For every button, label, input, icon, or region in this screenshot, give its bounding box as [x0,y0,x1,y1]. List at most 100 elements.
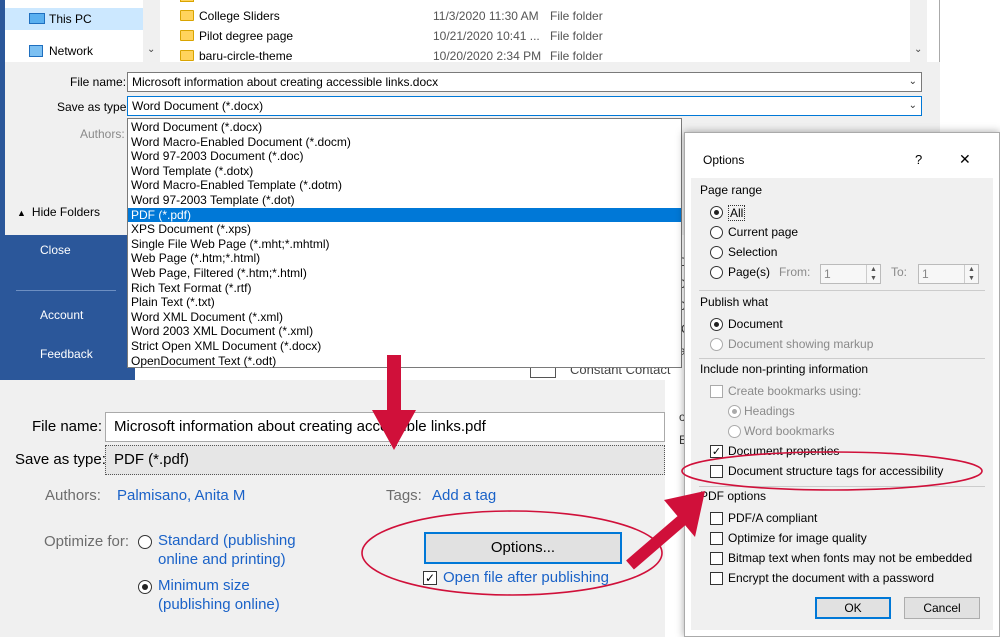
minimum-size-label-line2[interactable]: (publishing online) [158,596,280,613]
spinner-arrows-icon[interactable]: ▲ ▼ [964,265,978,283]
folder-icon [180,0,194,2]
backstage-account[interactable]: Account [40,308,83,322]
file-date: 11/3/2020 11:30 AM [433,9,539,23]
from-spinner[interactable]: 1 ▲ ▼ [820,264,881,284]
standard-radio[interactable] [138,535,152,549]
selection-label[interactable]: Selection [728,245,777,259]
minimum-size-label[interactable]: Minimum size [158,577,250,594]
save-type-option[interactable]: Web Page (*.htm;*.html) [128,251,681,266]
chevron-down-icon[interactable]: ⌄ [914,44,922,55]
save-type-option[interactable]: Word 97-2003 Document (*.doc) [128,149,681,164]
pages-label[interactable]: Page(s) [728,265,770,279]
save-type-option[interactable]: Plain Text (*.txt) [128,295,681,310]
nav-label: Network [49,44,94,58]
file-date: 10/21/2020 10:41 ... [433,29,540,43]
create-bookmarks-checkbox[interactable] [710,385,723,398]
save-type-option[interactable]: Word Document (*.docx) [128,120,681,135]
folder-icon [180,10,194,21]
backstage-feedback[interactable]: Feedback [40,347,93,361]
close-icon[interactable]: ✕ [959,151,971,168]
save-type-option[interactable]: Word XML Document (*.xml) [128,310,681,325]
document-markup-radio[interactable] [710,338,723,351]
structure-tags-checkbox[interactable] [710,465,723,478]
save-type-option[interactable]: Word 97-2003 Template (*.dot) [128,193,681,208]
file-type: File folder [550,49,603,62]
open-after-label[interactable]: Open file after publishing [443,569,609,586]
pdfa-label[interactable]: PDF/A compliant [728,511,817,525]
save-type-option[interactable]: Word Macro-Enabled Document (*.docm) [128,135,681,150]
document-radio[interactable] [710,318,723,331]
nav-scrollbar[interactable]: ⌄ [143,0,160,62]
standard-label-line2[interactable]: online and printing) [158,551,286,568]
chevron-down-icon[interactable]: ⌄ [909,73,917,91]
folder-icon [180,30,194,41]
file-row[interactable]: Pilot degree page 10/21/2020 10:41 ... F… [162,26,922,46]
cancel-button[interactable]: Cancel [904,597,980,619]
file-type: File folder [550,29,603,43]
save-type-option[interactable]: Single File Web Page (*.mht;*.mhtml) [128,237,681,252]
document-label[interactable]: Document [728,317,783,331]
hide-folders-button[interactable]: ▲ Hide Folders [17,205,100,219]
create-bookmarks-label[interactable]: Create bookmarks using: [728,384,861,398]
backstage-close[interactable]: Close [40,243,71,257]
save-type-option[interactable]: PDF (*.pdf) [128,207,681,223]
save-type-option[interactable]: Word Template (*.dotx) [128,164,681,179]
nav-item-this-pc[interactable]: This PC [5,8,145,30]
pages-radio[interactable] [710,266,723,279]
save-type-select[interactable]: Word Document (*.docx) ⌄ [127,96,922,116]
pdf-save-type-select[interactable]: PDF (*.pdf) [105,445,665,475]
pdf-authors-value[interactable]: Palmisano, Anita M [117,487,245,504]
save-type-option[interactable]: Word 2003 XML Document (*.xml) [128,324,681,339]
all-label[interactable]: All [728,205,746,221]
to-spinner[interactable]: 1 ▲ ▼ [918,264,979,284]
help-icon[interactable]: ? [915,152,922,167]
file-row[interactable]: College Sliders 11/3/2020 11:30 AM File … [162,6,922,26]
document-properties-checkbox[interactable]: ✓ [710,445,723,458]
chevron-down-icon[interactable]: ⌄ [909,97,917,115]
save-type-option[interactable]: Web Page, Filtered (*.htm;*.html) [128,266,681,281]
file-name-input[interactable]: Microsoft information about creating acc… [127,72,922,92]
options-title: Options [703,153,745,167]
options-button[interactable]: Options... [424,532,622,564]
current-page-label[interactable]: Current page [728,225,798,239]
current-page-radio[interactable] [710,226,723,239]
headings-label[interactable]: Headings [744,404,795,418]
save-type-option[interactable]: Word Macro-Enabled Template (*.dotm) [128,178,681,193]
document-properties-label[interactable]: Document properties [728,444,839,458]
headings-radio[interactable] [728,405,741,418]
save-type-option[interactable]: Rich Text Format (*.rtf) [128,281,681,296]
selection-radio[interactable] [710,246,723,259]
save-type-option[interactable]: XPS Document (*.xps) [128,222,681,237]
spinner-arrows-icon[interactable]: ▲ ▼ [866,265,880,283]
save-type-option[interactable]: OpenDocument Text (*.odt) [128,354,681,369]
file-row[interactable]: baru-circle-theme 10/20/2020 2:34 PM Fil… [162,46,922,62]
sidebar-divider [16,290,116,291]
optimize-label: Optimize for: [44,533,130,550]
pdf-file-name-input[interactable]: Microsoft information about creating acc… [105,412,665,442]
save-type-label: Save as type: [57,100,130,114]
pdf-tags-input[interactable]: Add a tag [432,487,496,504]
file-list-scrollbar[interactable]: ⌄ [910,0,927,62]
word-bookmarks-label[interactable]: Word bookmarks [744,424,834,438]
structure-tags-label[interactable]: Document structure tags for accessibilit… [728,464,943,478]
chevron-down-icon[interactable]: ⌄ [147,44,155,55]
save-type-option[interactable]: Strict Open XML Document (*.docx) [128,339,681,354]
encrypt-label[interactable]: Encrypt the document with a password [728,571,934,585]
word-bookmarks-radio[interactable] [728,425,741,438]
bitmap-text-label[interactable]: Bitmap text when fonts may not be embedd… [728,551,972,565]
standard-label[interactable]: Standard (publishing [158,532,296,549]
options-button-label: Options... [490,539,556,556]
encrypt-checkbox[interactable] [710,572,723,585]
save-type-dropdown[interactable]: Word Document (*.docx) Word Macro-Enabled… [127,118,682,368]
optimize-image-label[interactable]: Optimize for image quality [728,531,867,545]
all-radio[interactable] [710,206,723,219]
document-markup-label[interactable]: Document showing markup [728,337,873,351]
optimize-image-checkbox[interactable] [710,532,723,545]
file-name: College Sliders [199,9,280,23]
ok-button[interactable]: OK [815,597,891,619]
pdfa-checkbox[interactable] [710,512,723,525]
nav-item-network[interactable]: Network [5,40,145,62]
minimum-size-radio[interactable] [138,580,152,594]
open-after-checkbox[interactable]: ✓ [423,571,437,585]
bitmap-text-checkbox[interactable] [710,552,723,565]
